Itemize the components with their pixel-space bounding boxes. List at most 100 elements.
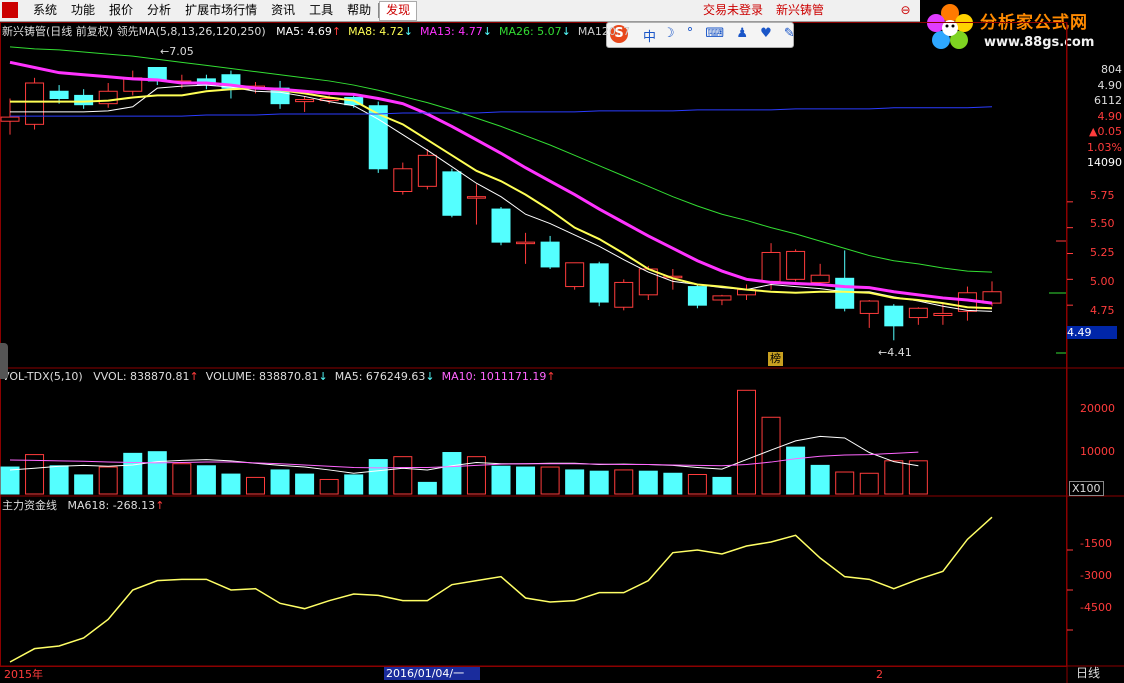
volume-bar: [368, 459, 388, 495]
candle-body: [589, 263, 609, 303]
info-close: 4.90: [1097, 109, 1123, 123]
low-price-value: 4.41: [887, 346, 912, 359]
volume-bar: [417, 481, 437, 495]
left-collapse-handle[interactable]: [0, 343, 8, 379]
menu-help[interactable]: 帮助: [340, 0, 378, 21]
candle-body: [295, 99, 315, 103]
low-price-label: ←4.41: [878, 346, 912, 359]
candle-body: [810, 274, 830, 283]
volume-bar: [221, 473, 241, 495]
volume-ma5-line: [9, 435, 919, 474]
zhuli-legend-0: MA618: -268.13: [67, 499, 156, 512]
candle-body: [712, 295, 732, 301]
trade-login-status[interactable]: 交易未登录: [703, 0, 763, 21]
zhuli-panel-title: 主力资金线: [2, 499, 57, 512]
volume-bar: [786, 446, 806, 495]
candle-body: [442, 171, 462, 216]
volume-bar: [540, 466, 560, 495]
ma-legend-2: MA13: 4.77: [420, 25, 483, 38]
menu-quote[interactable]: 报价: [102, 0, 140, 21]
year-label: 2015年: [4, 668, 43, 681]
volume-bar: [565, 469, 585, 495]
volume-bar: [98, 466, 118, 495]
menu-news[interactable]: 资讯: [264, 0, 302, 21]
menu-extended-market[interactable]: 扩展市场行情: [178, 0, 264, 21]
zhuli-tick: -3000: [1080, 569, 1112, 582]
ime-tool-icons[interactable]: ☽ ° ⌨ ♟ ♥ ✎: [663, 26, 799, 41]
main-panel-title: 新兴铸管(日线 前复权) 领先MA(5,8,13,26,120,250): [2, 25, 266, 38]
menu-function[interactable]: 功能: [64, 0, 102, 21]
volume-bar: [196, 465, 216, 495]
volume-bar: [442, 452, 462, 495]
volume-bar: [319, 478, 339, 495]
candle-body: [0, 116, 20, 122]
volume-bar: [172, 463, 192, 495]
chart-frame: [0, 22, 1067, 667]
zhuli-tick: -4500: [1080, 601, 1112, 614]
volume-bar: [638, 470, 658, 495]
volume-bar: [859, 472, 879, 495]
candle-body: [638, 268, 658, 296]
bang-badge[interactable]: 榜: [768, 352, 783, 366]
menu-system[interactable]: 系统: [26, 0, 64, 21]
volume-bar: [712, 476, 732, 495]
menu-analysis[interactable]: 分析: [140, 0, 178, 21]
menu-items: 系统 功能 报价 分析 扩展市场行情 资讯 工具 帮助 发现: [26, 0, 418, 21]
volume-bar: [123, 452, 143, 495]
right-info-column: 804 4.90 6112 4.90 ▲0.05 1.03% 14090: [1072, 62, 1122, 171]
volume-bar: [74, 474, 94, 495]
volume-bar: [516, 466, 536, 495]
candle-body: [516, 241, 536, 245]
volume-bar: [246, 476, 265, 495]
vol-legend-arrow-3: ↑: [546, 370, 556, 383]
ma-legend-3: MA26: 5.07: [498, 25, 562, 38]
info-total-volume: 14090: [1087, 156, 1122, 169]
candle-body: [74, 94, 94, 106]
volume-bar: [491, 465, 511, 495]
menu-tools[interactable]: 工具: [302, 0, 340, 21]
candle-body: [25, 82, 45, 125]
ime-toolbar[interactable]: S 中 ☽ ° ⌨ ♟ ♥ ✎: [606, 22, 795, 48]
candle-body: [614, 281, 634, 308]
volume-tick: 20000: [1080, 402, 1115, 415]
vol-legend-2: MA5: 676249.63: [334, 370, 426, 383]
candle-body: [466, 196, 486, 199]
volume-bar: [147, 451, 167, 495]
volume-tick: 10000: [1080, 445, 1115, 458]
period-tab-daily[interactable]: 日线: [1076, 667, 1100, 680]
volume-bar: [614, 469, 634, 495]
vol-legend-3: MA10: 1011171.19: [441, 370, 547, 383]
vol-legend-0: VVOL: 838870.81: [93, 370, 190, 383]
window-minimize-icon[interactable]: ⊖: [893, 4, 918, 16]
price-tick: 5.50: [1090, 217, 1115, 230]
price-tick: 4.75: [1090, 304, 1115, 317]
volume-bar: [295, 473, 315, 495]
price-tick: 5.75: [1090, 189, 1115, 202]
zhuli-panel-header: 主力资金线 MA618: -268.13↑: [2, 499, 164, 512]
candle-body: [884, 305, 904, 327]
volume-bar: [270, 469, 290, 495]
ma-line-ma120: [10, 106, 993, 117]
volume-bar: [49, 465, 69, 495]
info-change-pct: 1.03%: [1087, 140, 1122, 154]
candle-body: [540, 241, 560, 268]
info-change: ▲0.05: [1089, 125, 1122, 138]
volume-ma10-line: [9, 451, 919, 469]
ime-mode-toggle[interactable]: 中: [643, 26, 656, 45]
ma-legend-0: MA5: 4.69: [276, 25, 332, 38]
volume-bar: [344, 474, 364, 495]
ma-legend-arrow-2: ↓: [482, 25, 492, 38]
vol-legend-arrow-2: ↓: [425, 370, 435, 383]
info-volume: 804: [1101, 63, 1122, 76]
menu-discover-button[interactable]: 发现: [379, 1, 418, 21]
app-logo-icon[interactable]: [2, 2, 18, 18]
ma-legend-4: MA120: 7: [577, 25, 631, 38]
volume-bar: [0, 466, 20, 495]
info-amount: 6112: [1094, 94, 1122, 107]
vol-legend-arrow-0: ↑: [189, 370, 199, 383]
candle-body: [491, 208, 511, 243]
volume-bar: [761, 416, 781, 495]
price-tick: 5.25: [1090, 246, 1115, 259]
volume-bar: [393, 456, 413, 495]
candle-body: [687, 286, 707, 306]
